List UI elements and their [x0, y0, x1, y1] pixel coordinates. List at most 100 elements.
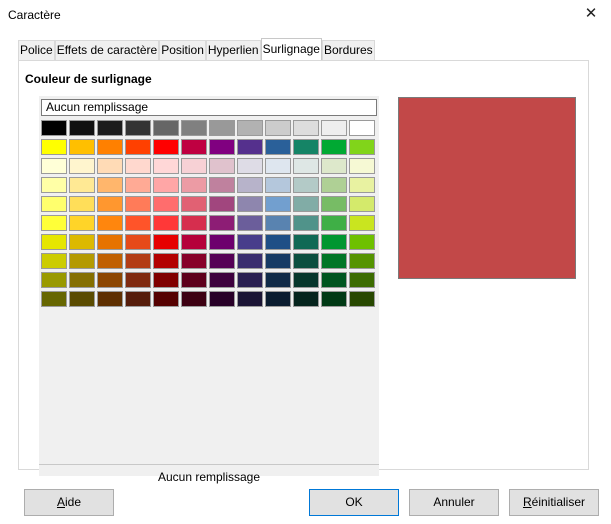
color-swatch[interactable]	[265, 196, 291, 212]
color-swatch[interactable]	[237, 253, 263, 269]
color-swatch[interactable]	[153, 272, 179, 288]
color-swatch[interactable]	[181, 272, 207, 288]
color-swatch[interactable]	[237, 177, 263, 193]
color-swatch[interactable]	[349, 291, 375, 307]
color-swatch[interactable]	[237, 234, 263, 250]
color-swatch[interactable]	[349, 196, 375, 212]
color-swatch[interactable]	[209, 120, 235, 136]
color-swatch[interactable]	[349, 177, 375, 193]
color-swatch[interactable]	[97, 158, 123, 174]
color-swatch[interactable]	[125, 158, 151, 174]
cancel-button[interactable]: Annuler	[409, 489, 499, 516]
color-swatch[interactable]	[209, 291, 235, 307]
color-swatch[interactable]	[293, 253, 319, 269]
color-swatch[interactable]	[97, 215, 123, 231]
color-swatch[interactable]	[153, 291, 179, 307]
color-swatch[interactable]	[69, 272, 95, 288]
color-swatch[interactable]	[181, 291, 207, 307]
color-swatch[interactable]	[293, 272, 319, 288]
color-swatch[interactable]	[349, 139, 375, 155]
color-swatch[interactable]	[41, 272, 67, 288]
color-swatch[interactable]	[125, 291, 151, 307]
color-swatch[interactable]	[321, 234, 347, 250]
color-swatch[interactable]	[69, 158, 95, 174]
color-swatch[interactable]	[321, 139, 347, 155]
color-swatch[interactable]	[69, 177, 95, 193]
help-button[interactable]: Aide	[24, 489, 114, 516]
color-swatch[interactable]	[265, 215, 291, 231]
color-swatch[interactable]	[321, 215, 347, 231]
color-swatch[interactable]	[153, 234, 179, 250]
color-swatch[interactable]	[209, 215, 235, 231]
color-swatch[interactable]	[349, 120, 375, 136]
color-swatch[interactable]	[349, 272, 375, 288]
color-swatch[interactable]	[181, 139, 207, 155]
tab-bordures[interactable]: Bordures	[321, 40, 375, 60]
color-swatch[interactable]	[97, 196, 123, 212]
color-swatch[interactable]	[97, 253, 123, 269]
color-swatch[interactable]	[97, 272, 123, 288]
color-swatch[interactable]	[265, 158, 291, 174]
color-swatch[interactable]	[181, 234, 207, 250]
color-swatch[interactable]	[125, 120, 151, 136]
color-swatch[interactable]	[293, 291, 319, 307]
tab-position[interactable]: Position	[159, 40, 206, 60]
color-swatch[interactable]	[293, 177, 319, 193]
color-swatch[interactable]	[321, 196, 347, 212]
ok-button[interactable]: OK	[309, 489, 399, 516]
color-swatch[interactable]	[69, 196, 95, 212]
color-swatch[interactable]	[237, 272, 263, 288]
color-swatch[interactable]	[69, 291, 95, 307]
color-swatch[interactable]	[209, 177, 235, 193]
color-swatch[interactable]	[125, 253, 151, 269]
color-swatch[interactable]	[293, 196, 319, 212]
color-swatch[interactable]	[125, 215, 151, 231]
color-swatch[interactable]	[153, 120, 179, 136]
color-swatch[interactable]	[153, 177, 179, 193]
color-swatch[interactable]	[153, 139, 179, 155]
color-swatch[interactable]	[265, 272, 291, 288]
color-swatch[interactable]	[125, 177, 151, 193]
color-swatch[interactable]	[41, 215, 67, 231]
color-swatch[interactable]	[125, 139, 151, 155]
color-swatch[interactable]	[293, 120, 319, 136]
color-swatch[interactable]	[181, 120, 207, 136]
color-swatch[interactable]	[97, 291, 123, 307]
color-swatch[interactable]	[153, 158, 179, 174]
color-swatch[interactable]	[69, 253, 95, 269]
reset-button[interactable]: Réinitialiser	[509, 489, 599, 516]
color-swatch[interactable]	[321, 291, 347, 307]
color-swatch[interactable]	[293, 215, 319, 231]
color-swatch[interactable]	[209, 234, 235, 250]
tab-surlignage[interactable]: Surlignage	[260, 38, 322, 60]
color-swatch[interactable]	[125, 196, 151, 212]
color-swatch[interactable]	[293, 234, 319, 250]
color-swatch[interactable]	[209, 158, 235, 174]
color-swatch[interactable]	[349, 234, 375, 250]
color-swatch[interactable]	[349, 158, 375, 174]
color-swatch[interactable]	[41, 196, 67, 212]
color-swatch[interactable]	[265, 253, 291, 269]
color-swatch[interactable]	[237, 215, 263, 231]
color-swatch[interactable]	[265, 291, 291, 307]
color-swatch[interactable]	[69, 234, 95, 250]
color-swatch[interactable]	[41, 291, 67, 307]
color-swatch[interactable]	[209, 253, 235, 269]
color-swatch[interactable]	[69, 120, 95, 136]
color-swatch[interactable]	[265, 139, 291, 155]
color-swatch[interactable]	[41, 234, 67, 250]
tab-hyperlien[interactable]: Hyperlien	[205, 40, 261, 60]
color-swatch[interactable]	[69, 215, 95, 231]
color-swatch[interactable]	[321, 177, 347, 193]
color-swatch[interactable]	[181, 215, 207, 231]
color-swatch[interactable]	[349, 215, 375, 231]
color-swatch[interactable]	[41, 120, 67, 136]
color-swatch[interactable]	[237, 120, 263, 136]
color-swatch[interactable]	[321, 158, 347, 174]
color-swatch[interactable]	[181, 158, 207, 174]
color-swatch[interactable]	[181, 177, 207, 193]
color-swatch[interactable]	[237, 196, 263, 212]
color-swatch[interactable]	[97, 139, 123, 155]
color-swatch[interactable]	[41, 177, 67, 193]
color-swatch[interactable]	[181, 253, 207, 269]
